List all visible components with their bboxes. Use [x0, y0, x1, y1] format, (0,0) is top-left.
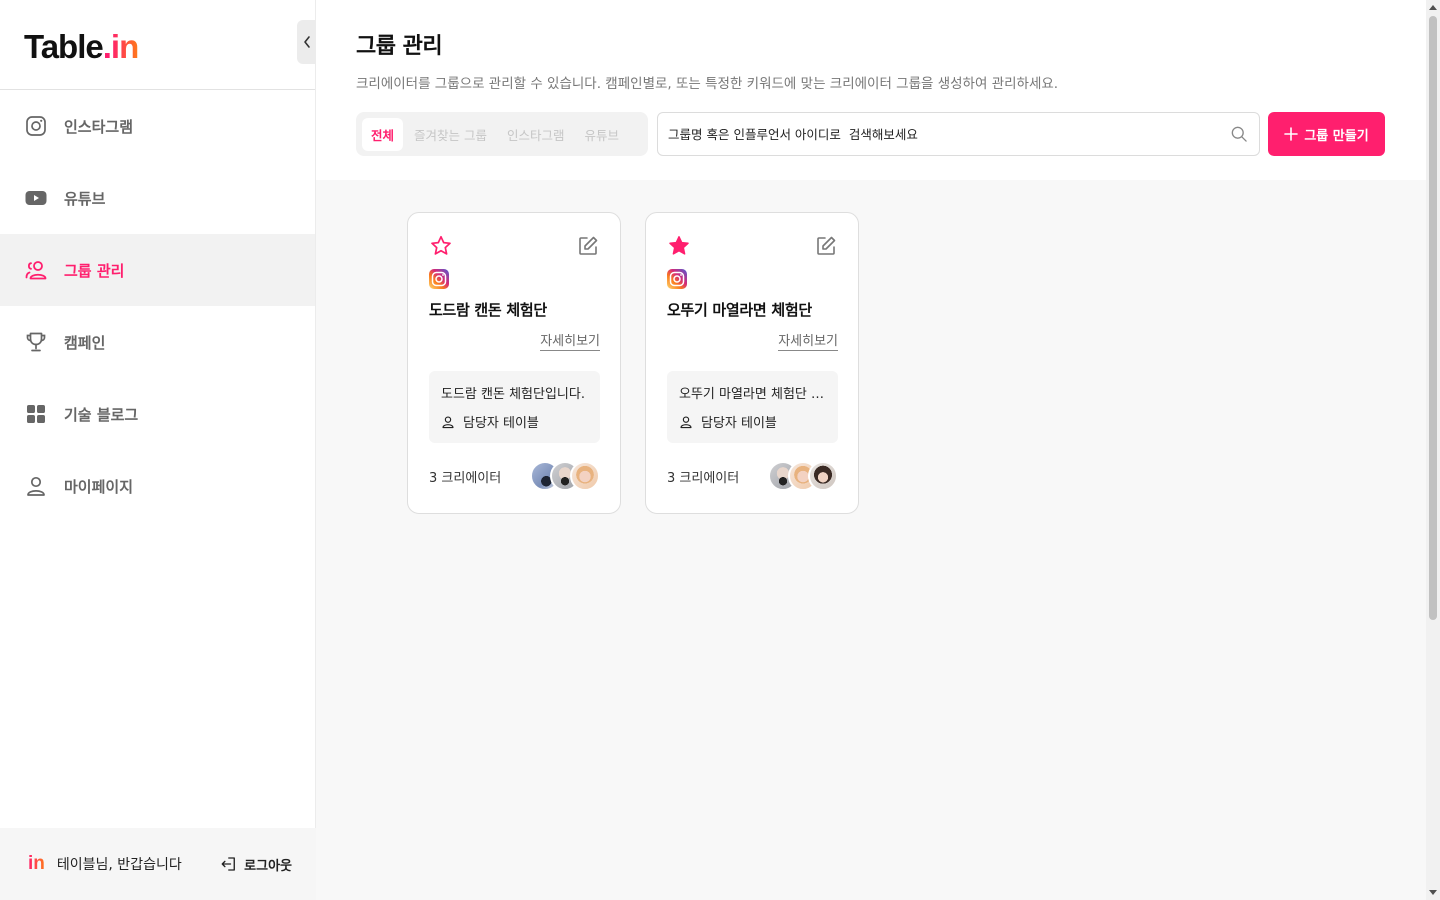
- edit-icon[interactable]: [576, 234, 600, 258]
- card-toolbar: [429, 233, 600, 259]
- card-toolbar: [667, 233, 838, 259]
- tab-youtube[interactable]: 유튜브: [576, 118, 629, 151]
- group-owner: 담당자 테이블: [679, 412, 826, 431]
- sidebar-item-tech-blog[interactable]: 기술 블로그: [0, 378, 315, 450]
- group-info-box: 도드람 캔돈 체험단입니다. 담당자 테이블: [429, 371, 600, 443]
- page-description: 크리에이터를 그룹으로 관리할 수 있습니다. 캠페인별로, 또는 특정한 키워…: [356, 76, 1059, 92]
- logout-label: 로그아웃: [244, 858, 292, 874]
- footer-logo: in: [28, 853, 45, 874]
- sidebar-item-group-management[interactable]: 그룹 관리: [0, 234, 315, 306]
- edit-icon[interactable]: [814, 234, 838, 258]
- group-card[interactable]: 오뚜기 마열라면 체험단 자세히보기 오뚜기 마열라면 체험단 인스타그램 캠페…: [645, 212, 859, 514]
- sidebar-nav: 인스타그램 유튜브 그룹 관리 캠페인 기술 블로그 마이페이지: [0, 90, 315, 522]
- page-title: 그룹 관리: [356, 34, 443, 59]
- group-card-list: 도드람 캔돈 체험단 자세히보기 도드람 캔돈 체험단입니다. 담당자 테이블 …: [407, 212, 859, 514]
- group-title: 도드람 캔돈 체험단: [429, 301, 547, 319]
- group-owner: 담당자 테이블: [441, 412, 588, 431]
- user-icon: [27, 476, 45, 496]
- trophy-icon: [26, 332, 46, 352]
- youtube-icon: [25, 191, 47, 205]
- group-icon: [25, 261, 47, 280]
- search-icon[interactable]: [1229, 124, 1249, 144]
- avatar: [808, 461, 838, 491]
- app-logo[interactable]: Table.in: [24, 28, 139, 66]
- scroll-up-arrow-icon[interactable]: [1429, 5, 1437, 10]
- group-description: 오뚜기 마열라면 체험단 인스타그램 캠페인: [679, 387, 826, 402]
- sidebar-item-label: 기술 블로그: [64, 405, 139, 424]
- sidebar-item-label: 마이페이지: [64, 477, 134, 496]
- tab-instagram[interactable]: 인스타그램: [498, 118, 574, 151]
- instagram-icon: [667, 269, 687, 289]
- create-group-label: 그룹 만들기: [1304, 128, 1369, 144]
- avatar: [570, 461, 600, 491]
- creator-avatars: [768, 461, 838, 491]
- sidebar-footer: in 테이블님, 반갑습니다 로그아웃: [0, 828, 316, 900]
- creator-count: 3 크리에이터: [667, 470, 740, 486]
- creator-count: 3 크리에이터: [429, 470, 502, 486]
- grid-icon: [27, 405, 45, 423]
- sidebar-item-campaign[interactable]: 캠페인: [0, 306, 315, 378]
- filter-tabs: 전체 즐겨찾는 그룹 인스타그램 유튜브: [356, 112, 648, 156]
- scrollbar-thumb[interactable]: [1429, 16, 1437, 620]
- search-box: [657, 112, 1260, 156]
- star-outline-icon[interactable]: [429, 234, 453, 258]
- user-icon: [442, 415, 454, 428]
- search-input[interactable]: [668, 126, 1229, 142]
- instagram-icon: [26, 116, 46, 136]
- sidebar-item-label: 그룹 관리: [64, 261, 125, 280]
- sidebar-item-youtube[interactable]: 유튜브: [0, 162, 315, 234]
- group-title: 오뚜기 마열라면 체험단: [667, 301, 812, 319]
- tab-all[interactable]: 전체: [362, 117, 404, 151]
- sidebar-collapse-button[interactable]: [297, 20, 317, 64]
- group-card[interactable]: 도드람 캔돈 체험단 자세히보기 도드람 캔돈 체험단입니다. 담당자 테이블 …: [407, 212, 621, 514]
- sidebar-item-label: 유튜브: [64, 189, 106, 208]
- vertical-scrollbar[interactable]: [1426, 0, 1440, 900]
- page-header: 그룹 관리 크리에이터를 그룹으로 관리할 수 있습니다. 캠페인별로, 또는 …: [316, 0, 1426, 180]
- create-group-button[interactable]: 그룹 만들기: [1268, 112, 1385, 156]
- user-icon: [680, 415, 692, 428]
- group-description: 도드람 캔돈 체험단입니다.: [441, 387, 585, 402]
- owner-label: 담당자 테이블: [463, 416, 539, 431]
- chevron-left-icon: [304, 36, 310, 48]
- sidebar-item-instagram[interactable]: 인스타그램: [0, 90, 315, 162]
- view-details-link[interactable]: 자세히보기: [667, 330, 838, 351]
- scroll-down-arrow-icon[interactable]: [1429, 890, 1437, 895]
- greeting-text: 테이블님, 반갑습니다: [56, 857, 182, 873]
- tab-favorites[interactable]: 즐겨찾는 그룹: [405, 118, 496, 151]
- logout-button[interactable]: 로그아웃: [220, 855, 292, 874]
- sidebar-item-label: 인스타그램: [64, 117, 134, 136]
- card-footer: 3 크리에이터: [429, 461, 600, 491]
- star-filled-icon[interactable]: [667, 234, 691, 258]
- logo-area: Table.in: [0, 0, 317, 90]
- card-footer: 3 크리에이터: [667, 461, 838, 491]
- plus-icon: [1284, 127, 1299, 141]
- sidebar: Table.in 인스타그램 유튜브 그룹 관리 캠페인 기술 블로그 마이페이…: [0, 0, 317, 900]
- main-content: 그룹 관리 크리에이터를 그룹으로 관리할 수 있습니다. 캠페인별로, 또는 …: [316, 0, 1426, 900]
- instagram-icon: [429, 269, 449, 289]
- owner-label: 담당자 테이블: [701, 416, 777, 431]
- sidebar-item-label: 캠페인: [64, 333, 106, 352]
- sidebar-item-mypage[interactable]: 마이페이지: [0, 450, 315, 522]
- group-info-box: 오뚜기 마열라면 체험단 인스타그램 캠페인 담당자 테이블: [667, 371, 838, 443]
- view-details-link[interactable]: 자세히보기: [429, 330, 600, 351]
- logout-icon: [221, 857, 236, 871]
- creator-avatars: [530, 461, 600, 491]
